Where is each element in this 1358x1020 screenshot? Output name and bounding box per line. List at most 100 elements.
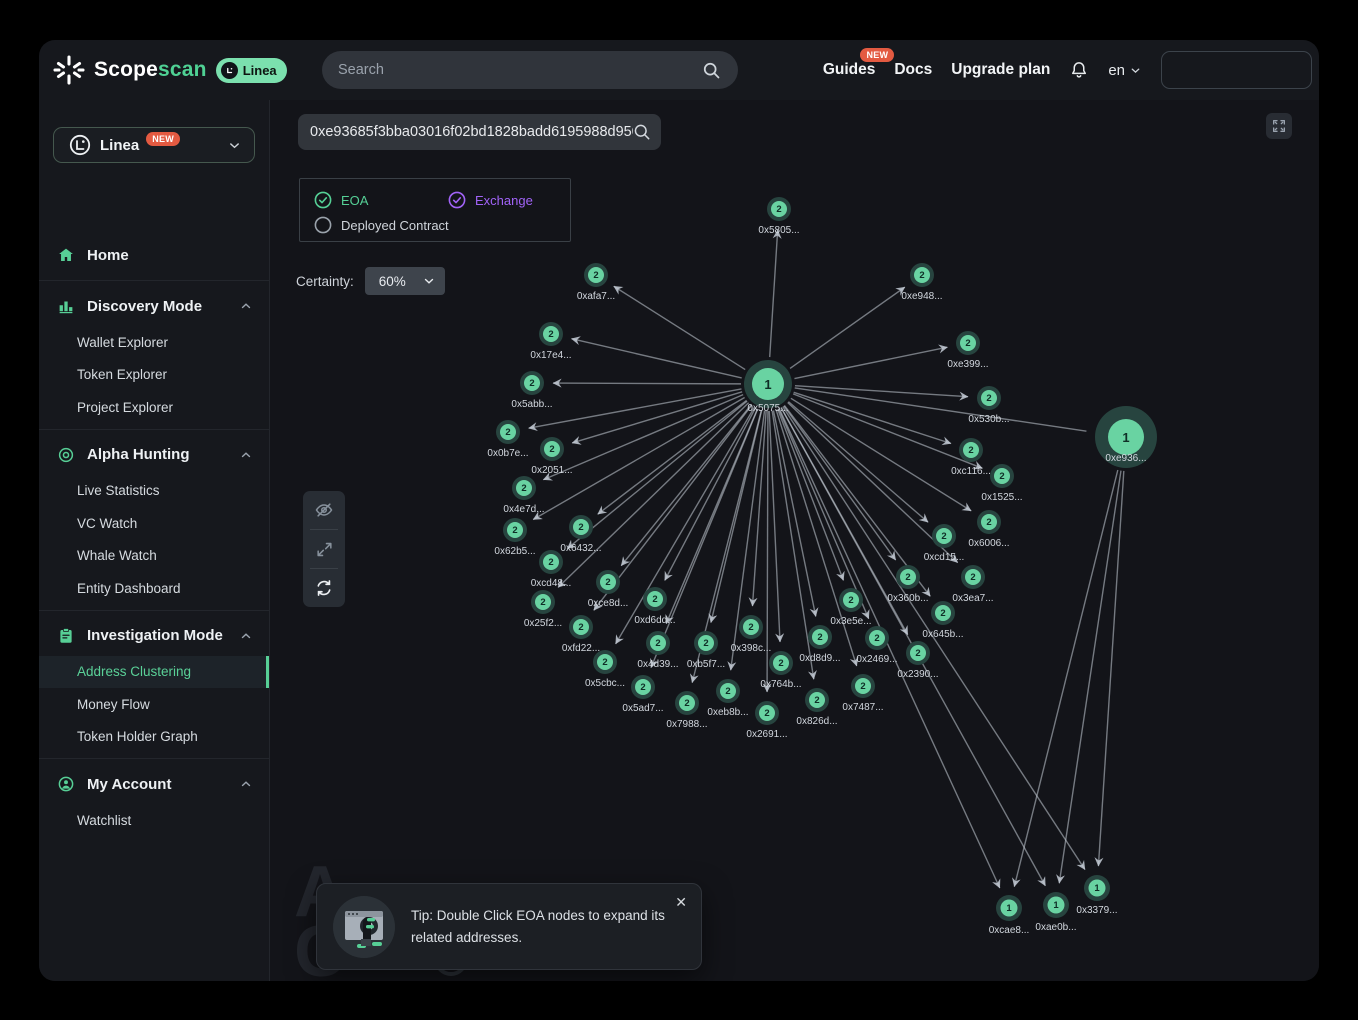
expand-graph-button[interactable] (303, 530, 345, 568)
chain-selector[interactable]: Linea NEW (53, 127, 255, 163)
nav-guides[interactable]: Guides NEW (823, 61, 876, 79)
graph-node[interactable]: 20x2469... (856, 626, 897, 665)
sidebar-item-entity-dashboard[interactable]: Entity Dashboard (39, 572, 269, 605)
nav-upgrade-plan[interactable]: Upgrade plan (951, 61, 1050, 79)
graph-node-value: 2 (602, 657, 607, 668)
graph-node-label: 0xfd22... (562, 643, 600, 654)
graph-node-label: 0xae0b... (1035, 922, 1076, 933)
graph-node[interactable]: 20x826d... (796, 688, 837, 727)
graph-node[interactable]: 20xafa7... (577, 263, 615, 302)
graph-node-value: 2 (593, 270, 598, 281)
graph-node[interactable]: 20x645b... (922, 601, 963, 640)
legend-eoa[interactable]: EOA (314, 191, 448, 209)
divider (39, 758, 269, 759)
sidebar-section-discovery-mode[interactable]: Discovery Mode (39, 286, 269, 326)
graph-node-value: 2 (970, 572, 975, 583)
graph-node[interactable]: 20xcd15... (924, 524, 965, 563)
graph-node[interactable]: 20xce8d... (588, 570, 629, 609)
circle-check-icon (314, 191, 332, 209)
graph-node[interactable]: 20x2051... (531, 437, 572, 476)
graph-node[interactable]: 20x17e4... (530, 322, 571, 361)
graph-node[interactable]: 10xcae8... (989, 895, 1030, 936)
fullscreen-button[interactable] (1266, 113, 1292, 139)
sidebar-item-token-explorer[interactable]: Token Explorer (39, 359, 269, 392)
sidebar-item-live-statistics[interactable]: Live Statistics (39, 475, 269, 508)
search-icon[interactable] (632, 122, 652, 142)
hide-labels-button[interactable] (303, 491, 345, 529)
sidebar-item-home[interactable]: Home (39, 235, 269, 275)
graph-node[interactable]: 20x25f2... (524, 590, 562, 629)
graph-node[interactable]: 20x4e7d... (503, 476, 544, 515)
graph-node[interactable]: 20x6432... (560, 515, 601, 554)
sidebar-item-vc-watch[interactable]: VC Watch (39, 507, 269, 540)
graph-node[interactable]: 20xe948... (901, 263, 942, 302)
chain-new-badge: NEW (146, 132, 180, 146)
graph-node[interactable]: 20xe399... (947, 331, 988, 370)
graph-node[interactable]: 2 0x3ea7... (952, 565, 993, 604)
sidebar-section-alpha-hunting[interactable]: Alpha Hunting (39, 435, 269, 475)
graph-edge (533, 397, 744, 519)
graph-node[interactable]: 20xc116... (951, 438, 991, 477)
graph-node-label: 0xcae8... (989, 925, 1030, 936)
nav-docs[interactable]: Docs (894, 61, 932, 79)
graph-canvas[interactable]: A C 10x5075...10xe936...20x5805...20xafa… (270, 100, 1319, 981)
graph-node[interactable]: 20x5ad7... (622, 675, 663, 714)
sidebar-item-address-clustering[interactable]: Address Clustering (39, 656, 269, 689)
graph-node[interactable]: 20x7988... (666, 691, 707, 730)
graph-node[interactable]: 20x530b... (968, 386, 1009, 425)
sidebar-item-watchlist[interactable]: Watchlist (39, 804, 269, 837)
sidebar-item-token-holder-graph[interactable]: Token Holder Graph (39, 721, 269, 754)
brand-chain-pill: Linea (216, 58, 287, 83)
graph-node[interactable]: 20xcd48... (531, 550, 572, 589)
close-icon[interactable]: ✕ (675, 894, 687, 911)
sidebar-item-project-explorer[interactable]: Project Explorer (39, 391, 269, 424)
bell-icon[interactable] (1069, 60, 1089, 80)
graph-node[interactable]: 20x2691... (746, 701, 787, 740)
sidebar-item-whale-watch[interactable]: Whale Watch (39, 540, 269, 573)
brand-logo[interactable]: Scopescan Linea (53, 40, 287, 100)
global-search-input[interactable]: Search (322, 51, 738, 89)
graph-node[interactable]: 20xeb8b... (707, 679, 748, 718)
wallet-button[interactable] (1161, 51, 1312, 89)
sidebar-item-wallet-explorer[interactable]: Wallet Explorer (39, 326, 269, 359)
graph-node[interactable]: 20x5cbc... (585, 650, 625, 689)
search-icon[interactable] (701, 60, 722, 81)
sidebar-section-investigation-mode[interactable]: Investigation Mode (39, 616, 269, 656)
graph-node[interactable]: 20x5805... (758, 197, 799, 236)
address-search-input[interactable]: 0xe93685f3bba03016f02bd1828badd6195988d9… (298, 114, 661, 150)
graph-node[interactable]: 20x3e5e... (830, 588, 871, 627)
graph-edge (778, 409, 844, 580)
graph-node[interactable]: 20x7487... (842, 674, 883, 713)
graph-node[interactable]: 20x5abb... (511, 371, 552, 410)
refresh-icon (314, 578, 334, 598)
language-selector[interactable]: en (1108, 62, 1142, 79)
graph-node-value: 2 (814, 695, 819, 706)
brand-chain-label: Linea (243, 63, 277, 78)
graph-node[interactable]: 20xd6dd... (634, 587, 675, 626)
graph-node[interactable]: 10x3379... (1076, 875, 1117, 916)
graph-node[interactable]: 20x2390... (897, 641, 938, 680)
legend-exchange[interactable]: Exchange (448, 191, 533, 209)
graph-node[interactable]: 20x0b7e... (487, 420, 528, 459)
graph-node[interactable]: 20x360b... (887, 565, 928, 604)
graph-node[interactable]: 10x5075... (744, 360, 792, 414)
graph-node-label: 0x3ea7... (952, 593, 993, 604)
refresh-button[interactable] (303, 569, 345, 607)
tip-text: Tip: Double Click EOA nodes to expand it… (411, 905, 673, 948)
legend-deployed-contract[interactable]: Deployed Contract (314, 216, 449, 234)
graph-node[interactable]: 20x62b5... (494, 518, 535, 557)
graph-edge (769, 411, 780, 642)
graph-node[interactable]: 20x6006... (968, 510, 1009, 549)
certainty-select[interactable]: 60% (365, 267, 445, 295)
graph-node[interactable]: 20xb5f7... (687, 631, 725, 670)
sidebar-section-my-account[interactable]: My Account (39, 764, 269, 804)
graph-node[interactable]: 10xe936... (1095, 406, 1157, 468)
graph-node-label: 0xd8d9... (799, 653, 840, 664)
chain-name: Linea (100, 137, 139, 154)
sidebar-item-money-flow[interactable]: Money Flow (39, 688, 269, 721)
graph-node[interactable]: 20x4d39... (637, 631, 678, 670)
graph-node[interactable]: 20xfd22... (562, 615, 600, 654)
graph-node-value: 1 (1053, 900, 1059, 911)
graph-node[interactable]: 1 0xae0b... (1035, 892, 1076, 933)
graph-node-value: 2 (874, 633, 879, 644)
